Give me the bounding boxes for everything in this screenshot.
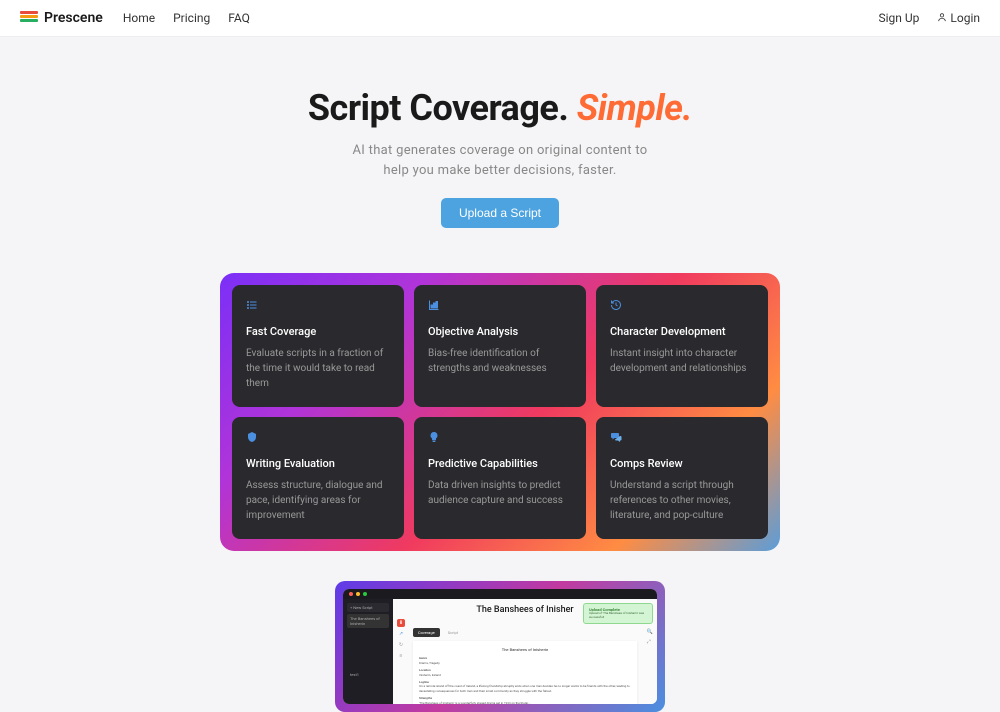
feature-description: Bias-free identification of strengths an…: [428, 346, 572, 376]
hero-section: Script Coverage. Simple. AI that generat…: [0, 37, 1000, 253]
menu-icon: ≡: [397, 652, 405, 660]
list-icon: [246, 299, 390, 315]
chart-icon: [428, 299, 572, 315]
hero-title-accent: Simple.: [577, 87, 692, 129]
feature-title: Character Development: [610, 325, 754, 338]
shield-icon: [246, 431, 390, 447]
refresh-icon: ↻: [397, 641, 405, 649]
nav-link-pricing[interactable]: Pricing: [173, 11, 210, 25]
feature-card-2: Character Development Instant insight int…: [596, 285, 768, 407]
feature-card-3: Writing Evaluation Assess structure, dial…: [232, 417, 404, 539]
navbar: Prescene Home Pricing FAQ Sign Up Login: [0, 0, 1000, 37]
doc-side-icons: ⬇ ↗ ↻ ≡: [397, 619, 405, 660]
feature-description: Instant insight into character developme…: [610, 346, 754, 376]
nav-left: Prescene Home Pricing FAQ: [20, 10, 250, 26]
logo-icon: [20, 11, 38, 25]
sidebar-user: test1: [347, 670, 389, 679]
toast-message: Upload of 'The Banshees of Inisherin' wa…: [589, 612, 647, 620]
user-icon: [937, 11, 950, 25]
search-icon: 🔍: [647, 629, 653, 635]
preview-sidebar: + New Script The Banshees of Inisherin t…: [343, 599, 393, 704]
feature-title: Writing Evaluation: [246, 457, 390, 470]
history-icon: [610, 299, 754, 315]
nav-link-faq[interactable]: FAQ: [228, 11, 250, 25]
close-dot-icon: [349, 592, 353, 596]
feature-description: Assess structure, dialogue and pace, ide…: [246, 478, 390, 523]
feature-card-0: Fast Coverage Evaluate scripts in a fract…: [232, 285, 404, 407]
nav-right: Sign Up Login: [879, 11, 980, 25]
upload-script-button[interactable]: Upload a Script: [441, 198, 559, 228]
feature-card-4: Predictive Capabilities Data driven insig…: [414, 417, 586, 539]
product-preview: + New Script The Banshees of Inisherin t…: [335, 581, 665, 712]
sidebar-new-script: + New Script: [347, 603, 389, 612]
brand-logo[interactable]: Prescene: [20, 10, 103, 26]
pdf-icon: ⬇: [397, 619, 405, 627]
signup-link[interactable]: Sign Up: [879, 11, 920, 25]
feature-description: Evaluate scripts in a fraction of the ti…: [246, 346, 390, 391]
login-link[interactable]: Login: [937, 11, 980, 25]
nav-link-home[interactable]: Home: [123, 11, 155, 25]
tab-script: Script: [448, 630, 458, 635]
share-icon: ↗: [397, 630, 405, 638]
coverage-document: The Banshees of Inisherin Genre Drama, T…: [413, 641, 637, 704]
doc-right-icons: 🔍 ⤢: [647, 629, 653, 645]
sidebar-script-item: The Banshees of Inisherin: [347, 614, 389, 628]
window-titlebar: [343, 589, 657, 599]
feature-description: Data driven insights to predict audience…: [428, 478, 572, 508]
expand-icon: ⤢: [647, 639, 653, 645]
hero-subtitle: AI that generates coverage on original c…: [20, 141, 980, 180]
features-panel: Fast Coverage Evaluate scripts in a fract…: [220, 273, 780, 551]
hero-title: Script Coverage. Simple.: [20, 87, 980, 129]
feature-title: Comps Review: [610, 457, 754, 470]
brand-name: Prescene: [44, 10, 103, 26]
feature-card-1: Objective Analysis Bias-free identificati…: [414, 285, 586, 407]
preview-body: + New Script The Banshees of Inisherin t…: [343, 599, 657, 704]
feature-title: Objective Analysis: [428, 325, 572, 338]
preview-window: + New Script The Banshees of Inisherin t…: [343, 589, 657, 704]
chat-icon: [610, 431, 754, 447]
upload-toast: Upload Complete Upload of 'The Banshees …: [583, 603, 653, 624]
feature-card-5: Comps Review Understand a script through …: [596, 417, 768, 539]
preview-main: Upload Complete Upload of 'The Banshees …: [393, 599, 657, 704]
feature-description: Understand a script through references t…: [610, 478, 754, 523]
feature-title: Predictive Capabilities: [428, 457, 572, 470]
maximize-dot-icon: [363, 592, 367, 596]
minimize-dot-icon: [356, 592, 360, 596]
feature-title: Fast Coverage: [246, 325, 390, 338]
nav-links: Home Pricing FAQ: [123, 11, 250, 25]
lightbulb-icon: [428, 431, 572, 447]
tab-coverage: Coverage: [413, 628, 440, 637]
features-grid: Fast Coverage Evaluate scripts in a fract…: [232, 285, 768, 539]
